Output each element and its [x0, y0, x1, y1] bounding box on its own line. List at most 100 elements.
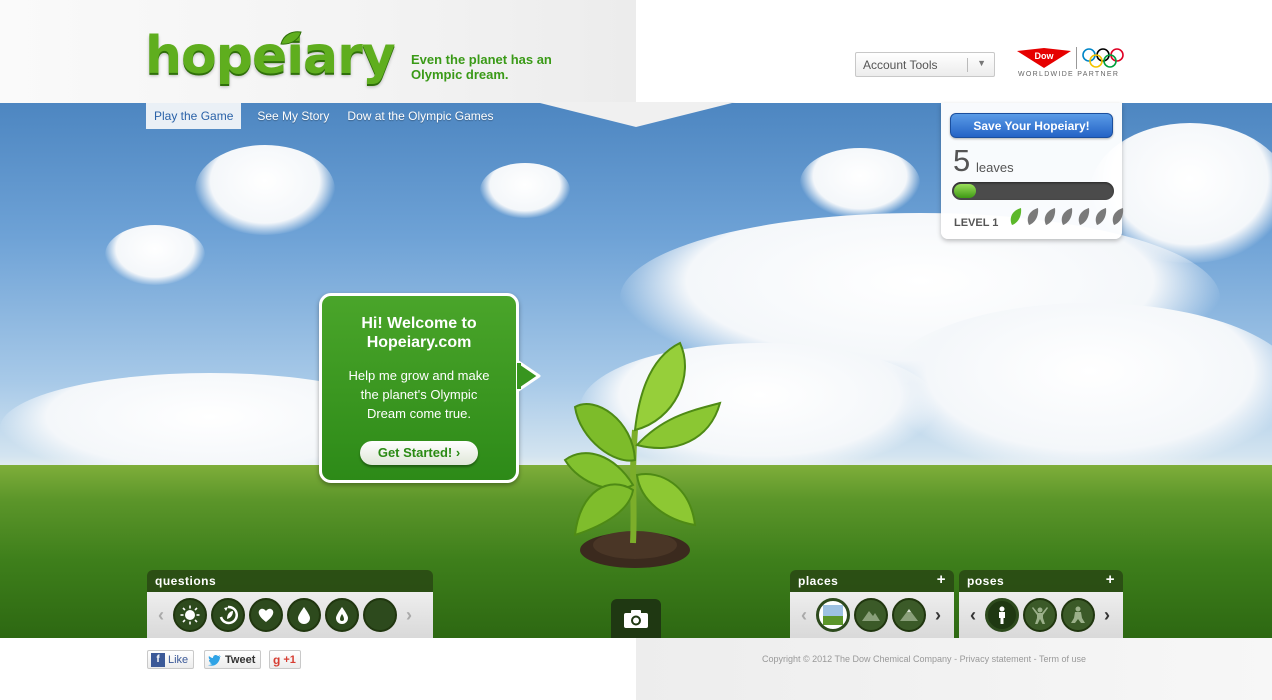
- welcome-text: Help me grow and make the planet's Olymp…: [322, 366, 516, 423]
- privacy-statement-link[interactable]: Privacy statement: [960, 654, 1032, 664]
- save-hopeiary-button[interactable]: Save Your Hopeiary!: [950, 113, 1113, 138]
- header-notch: [536, 102, 736, 127]
- leaf-filled-icon: [1010, 208, 1022, 225]
- poses-plus-button[interactable]: +: [1106, 571, 1115, 588]
- nav-dow-at-olympic-games[interactable]: Dow at the Olympic Games: [339, 103, 501, 129]
- twitter-bird-icon: [208, 653, 222, 667]
- header: hopeiary Even the planet has an Olympic …: [0, 0, 1272, 103]
- chevron-left-icon[interactable]: ‹: [153, 605, 169, 626]
- level-leaves: [1009, 207, 1124, 226]
- separator: -: [1031, 654, 1039, 664]
- poses-widget: poses + ‹ ›: [959, 570, 1123, 638]
- places-header: places +: [790, 570, 954, 592]
- nav-play-the-game[interactable]: Play the Game: [146, 103, 242, 129]
- welcome-title-line2: Hopeiary.com: [366, 334, 472, 351]
- places-body: ‹ ›: [790, 592, 954, 638]
- copyright-line: Copyright © 2012 The Dow Chemical Compan…: [762, 654, 1086, 664]
- cloud: [880, 303, 1272, 473]
- dow-logo-text: Dow: [1035, 51, 1055, 61]
- blank-icon[interactable]: [363, 598, 397, 632]
- seedling-plant-icon: [563, 341, 722, 568]
- chevron-left-icon[interactable]: ‹: [796, 605, 812, 626]
- cloud: [195, 145, 335, 235]
- separator: -: [951, 654, 960, 664]
- chevron-down-icon: ▼: [977, 58, 986, 68]
- dropdown-separator: [967, 58, 968, 72]
- plus-one-label: +1: [283, 653, 296, 666]
- dow-partner-logo[interactable]: Dow WORLDWIDE PARTNER: [1015, 45, 1125, 85]
- leaf-progress-fill: [954, 184, 976, 198]
- questions-title: questions: [155, 574, 217, 588]
- standing-pose-icon[interactable]: [985, 598, 1019, 632]
- account-tools-label: Account Tools: [863, 58, 938, 72]
- olympic-rings-icon: [1082, 48, 1124, 68]
- fire-drop-icon[interactable]: [325, 598, 359, 632]
- peak-place-icon[interactable]: [892, 598, 926, 632]
- poses-body: ‹ ›: [959, 592, 1123, 638]
- hopeiary-logo[interactable]: hopeiary: [145, 30, 396, 82]
- poses-title: poses: [967, 574, 1005, 588]
- camera-button[interactable]: [611, 599, 661, 638]
- footer: f Like Tweet g +1 Copyright © 2012 The D…: [0, 638, 1272, 700]
- cloud: [480, 163, 570, 218]
- places-plus-button[interactable]: +: [937, 571, 946, 588]
- like-label: Like: [168, 653, 189, 666]
- account-tools-dropdown[interactable]: Account Tools ▼: [855, 52, 995, 77]
- facebook-like-button[interactable]: f Like: [147, 650, 195, 669]
- logo-leaf-icon: [280, 31, 302, 45]
- leaf-word: leaves: [976, 160, 1014, 175]
- welcome-bubble: Hi! Welcome to Hopeiary.com Help me grow…: [319, 293, 519, 483]
- leaf-empty-icon: [1061, 208, 1073, 225]
- recycle-icon[interactable]: [211, 598, 245, 632]
- places-title: places: [798, 574, 839, 588]
- chevron-right-icon[interactable]: ›: [930, 605, 946, 626]
- camera-icon: [624, 609, 648, 628]
- questions-body: ‹ ›: [147, 592, 433, 638]
- partner-text: WORLDWIDE PARTNER: [1018, 71, 1120, 78]
- chevron-right-icon[interactable]: ›: [401, 605, 417, 626]
- level-label: LEVEL 1: [954, 217, 999, 229]
- cloud: [105, 225, 205, 285]
- leaf-empty-icon: [1078, 208, 1090, 225]
- tweet-button[interactable]: Tweet: [204, 650, 262, 669]
- leaf-empty-icon: [1044, 208, 1056, 225]
- nav-see-my-story[interactable]: See My Story: [249, 103, 337, 129]
- arms-up-pose-icon[interactable]: [1023, 598, 1057, 632]
- welcome-title-line1: Hi! Welcome to: [361, 315, 477, 332]
- welcome-text-line2: the planet's Olympic: [360, 387, 478, 402]
- footer-shade: [636, 638, 1272, 700]
- terms-of-use-link[interactable]: Term of use: [1039, 654, 1086, 664]
- tweet-label: Tweet: [225, 653, 256, 666]
- welcome-text-line1: Help me grow and make: [348, 368, 490, 383]
- main-nav: Play the Game See My Story Dow at the Ol…: [146, 103, 503, 129]
- questions-widget: questions ‹ ›: [147, 570, 433, 638]
- welcome-title: Hi! Welcome to Hopeiary.com: [322, 314, 516, 352]
- leaf-empty-icon: [1095, 208, 1107, 225]
- leaf-count: 5: [953, 143, 971, 178]
- mountain-place-icon[interactable]: [854, 598, 888, 632]
- get-started-button[interactable]: Get Started! ›: [360, 441, 478, 465]
- copyright-text: Copyright © 2012 The Dow Chemical Compan…: [762, 654, 952, 664]
- bubble-tail: [517, 359, 541, 393]
- dow-diamond-icon: Dow: [1017, 48, 1071, 68]
- field-place-icon[interactable]: [816, 598, 850, 632]
- save-panel: Save Your Hopeiary! 5 leaves LEVEL 1: [941, 103, 1124, 239]
- chevron-left-icon[interactable]: ‹: [965, 605, 981, 626]
- leaf-empty-icon: [1112, 208, 1124, 225]
- leaf-empty-icon: [1027, 208, 1039, 225]
- chevron-right-icon[interactable]: ›: [1099, 605, 1115, 626]
- tagline: Even the planet has an Olympic dream.: [411, 52, 552, 82]
- sitting-pose-icon[interactable]: [1061, 598, 1095, 632]
- google-g-icon: g: [273, 652, 281, 667]
- heart-icon[interactable]: [249, 598, 283, 632]
- cloud: [800, 148, 920, 218]
- poses-header: poses +: [959, 570, 1123, 592]
- water-drop-icon[interactable]: [287, 598, 321, 632]
- sun-icon[interactable]: [173, 598, 207, 632]
- welcome-text-line3: Dream come true.: [366, 406, 472, 421]
- leaf-progress-bar: [952, 182, 1114, 200]
- partner-divider: [1076, 47, 1077, 69]
- questions-header: questions: [147, 570, 433, 592]
- facebook-icon: f: [151, 652, 165, 667]
- google-plus-one-button[interactable]: g +1: [269, 650, 301, 669]
